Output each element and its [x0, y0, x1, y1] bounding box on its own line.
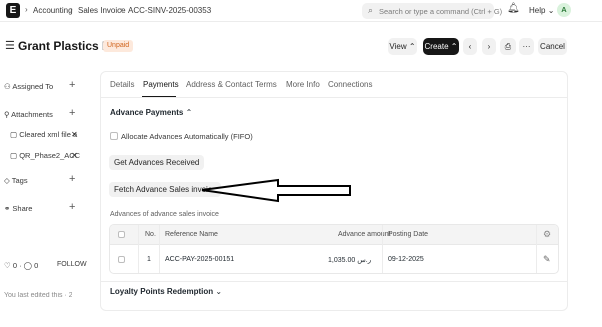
cancel-button[interactable]: Cancel: [538, 38, 567, 55]
sidebar-item-attachments[interactable]: ⚲ Attachments: [4, 110, 53, 119]
share-icon: ⚭: [4, 204, 11, 213]
annotation-arrow: [201, 178, 351, 203]
sidebar-item-assigned-to[interactable]: ⚇ Assigned To: [4, 82, 53, 91]
print-icon[interactable]: ⎙: [500, 38, 516, 55]
settings-icon[interactable]: ⚙: [543, 229, 551, 240]
previous-icon[interactable]: ‹: [463, 38, 477, 55]
tab-details[interactable]: Details: [110, 80, 134, 89]
breadcrumb-invoice-id: ACC-SINV-2025-00353: [128, 6, 212, 15]
row-checkbox[interactable]: [118, 256, 125, 263]
bell-icon[interactable]: 🔔︎: [507, 3, 520, 14]
table-row[interactable]: 1 ACC-PAY-2025-00151 1,035.00 ر.س 09-12-…: [110, 245, 558, 273]
column-no: No.: [145, 231, 156, 238]
chevron-right-icon: ›: [25, 5, 28, 14]
add-attachment-icon[interactable]: +: [69, 107, 75, 119]
advances-table: No. Reference Name Advance amount Postin…: [109, 224, 559, 274]
create-button[interactable]: Create ⌃: [423, 38, 459, 55]
top-navbar: E › Accounting › Sales Invoice › ACC-SIN…: [0, 0, 602, 22]
arrow-shape: [201, 178, 351, 203]
search-icon: ⌕: [368, 5, 374, 15]
tab-connections[interactable]: Connections: [328, 80, 372, 89]
row-advance-amount: 1,035.00 ر.س: [328, 257, 372, 264]
follow-link[interactable]: FOLLOW: [57, 261, 87, 268]
breadcrumb-accounting[interactable]: Accounting: [33, 6, 73, 15]
column-posting-date: Posting Date: [388, 231, 429, 238]
help-label: Help: [529, 6, 546, 15]
row-posting-date: 09-12-2025: [388, 256, 424, 263]
next-icon[interactable]: ›: [482, 38, 496, 55]
view-label: View: [389, 42, 407, 51]
sidebar-toggle-icon[interactable]: ☰: [5, 39, 15, 52]
tab-more-info[interactable]: More Info: [286, 80, 320, 89]
user-icon: ⚇: [4, 82, 11, 91]
sidebar-item-share[interactable]: ⚭ Share: [4, 204, 32, 213]
chevron-right-icon: ›: [120, 5, 123, 14]
tag-icon: ◇: [4, 176, 10, 185]
likes-value: 0: [12, 261, 17, 270]
sidebar-item-tags[interactable]: ◇ Tags: [4, 176, 28, 185]
file-icon: ▢: [10, 151, 18, 160]
attachment-file-1[interactable]: ▢ Cleared xml file a: [10, 130, 77, 139]
view-button[interactable]: View ⌃: [388, 38, 417, 55]
advance-payments-heading[interactable]: Advance Payments ⌃: [110, 108, 192, 117]
get-advances-button[interactable]: Get Advances Received: [109, 155, 205, 170]
chevron-down-icon: ⌄: [547, 6, 555, 15]
edit-row-icon[interactable]: ✎: [543, 254, 551, 265]
last-edited-text: You last edited this · 22: [4, 292, 72, 299]
tab-terms[interactable]: Terms: [255, 80, 277, 89]
tab-divider: [101, 97, 567, 98]
chevron-down-icon: ⌄: [215, 287, 223, 296]
attachment-file-name: Cleared xml file a: [19, 130, 78, 139]
advances-table-caption: Advances of advance sales invoice: [110, 211, 219, 218]
remove-attachment-icon[interactable]: ✕: [71, 151, 78, 160]
help-menu[interactable]: Help ⌄: [529, 6, 554, 15]
tab-address-contact[interactable]: Address & Contact: [186, 80, 253, 89]
comment-icon: ◯: [23, 261, 33, 270]
row-no: 1: [147, 256, 151, 263]
select-all-checkbox[interactable]: [118, 231, 125, 238]
app-logo[interactable]: E: [6, 3, 20, 18]
assigned-to-label: Assigned To: [12, 82, 54, 91]
chevron-right-icon: ›: [70, 5, 73, 14]
loyalty-points-label: Loyalty Points Redemption: [110, 287, 214, 296]
remove-attachment-icon[interactable]: ✕: [71, 130, 78, 139]
column-reference-name: Reference Name: [165, 231, 218, 238]
create-label: Create: [424, 42, 449, 51]
row-reference-name[interactable]: ACC-PAY-2025-00151: [165, 256, 234, 263]
file-icon: ▢: [10, 130, 18, 139]
section-divider: [101, 281, 567, 282]
add-assignee-icon[interactable]: +: [69, 79, 75, 91]
comments-value: 0: [34, 261, 39, 270]
more-icon[interactable]: ···: [519, 38, 534, 55]
attachment-file-2[interactable]: ▢ QR_Phase2_ACC: [10, 151, 80, 160]
attachments-label: Attachments: [11, 110, 53, 119]
chevron-up-icon: ⌃: [185, 108, 193, 117]
like-count[interactable]: ♡ 0 · ◯ 0: [4, 261, 38, 270]
avatar[interactable]: A: [557, 3, 571, 17]
allocate-advances-label: Allocate Advances Automatically (FIFO): [121, 132, 253, 141]
table-header: No. Reference Name Advance amount Postin…: [110, 225, 558, 245]
search-placeholder: Search or type a command (Ctrl + G): [379, 7, 503, 16]
advance-payments-label: Advance Payments: [110, 108, 184, 117]
heart-icon: ♡: [4, 261, 11, 270]
share-label: Share: [12, 204, 33, 213]
paperclip-icon: ⚲: [4, 110, 10, 119]
tags-label: Tags: [11, 176, 28, 185]
add-share-icon[interactable]: +: [69, 201, 75, 213]
allocate-advances-checkbox[interactable]: [110, 132, 118, 140]
loyalty-points-heading[interactable]: Loyalty Points Redemption ⌄: [110, 287, 222, 296]
search-input[interactable]: ⌕ Search or type a command (Ctrl + G): [362, 3, 502, 19]
add-tag-icon[interactable]: +: [69, 173, 75, 185]
status-badge: Unpaid: [103, 40, 134, 52]
breadcrumb-sales-invoice[interactable]: Sales Invoice: [78, 6, 126, 15]
tab-payments[interactable]: Payments: [143, 80, 179, 89]
